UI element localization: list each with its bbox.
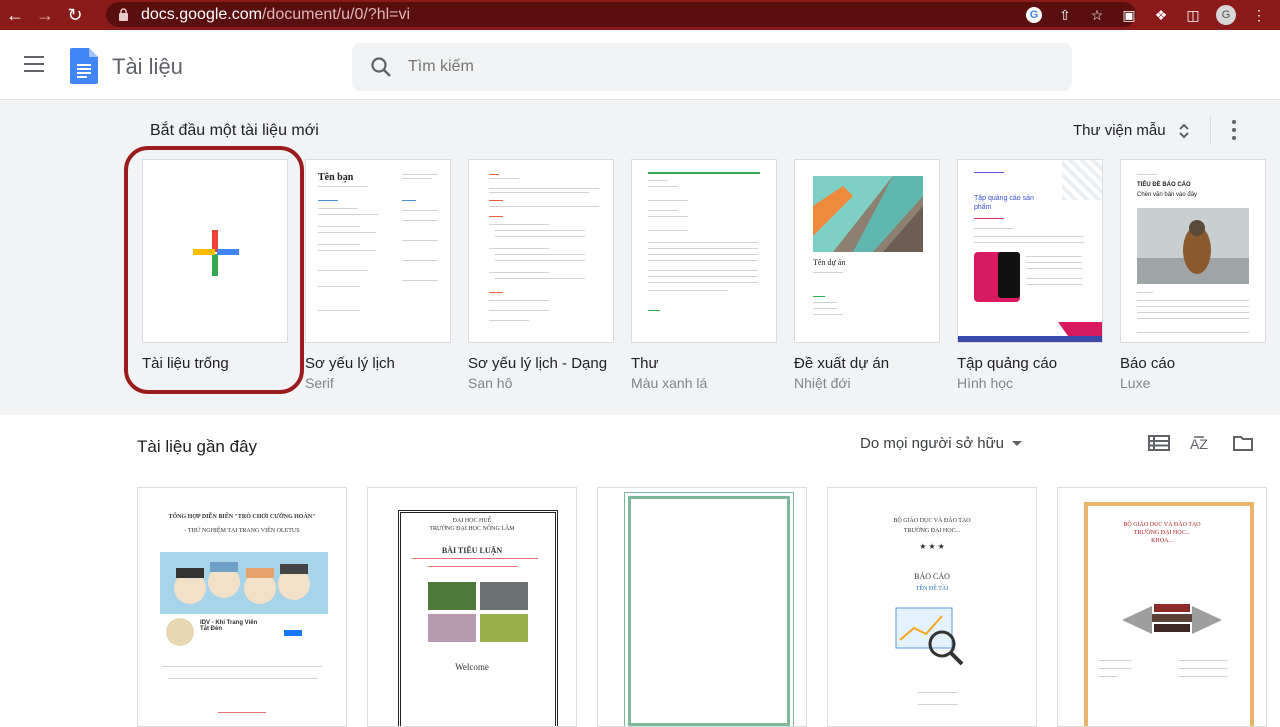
doc-title: BÁO CÁO bbox=[914, 572, 950, 581]
template-subtitle: Nhiệt đới bbox=[794, 375, 851, 391]
template-library-button[interactable]: Thư viện mẫu bbox=[1073, 122, 1190, 139]
doc-subheading: TRƯỜNG ĐẠI HỌC... bbox=[903, 528, 961, 534]
url-host: docs.google.com bbox=[141, 5, 262, 23]
gallery-title: Bắt đầu một tài liệu mới bbox=[150, 122, 319, 139]
browser-menu-icon[interactable]: ⋮ bbox=[1250, 6, 1268, 24]
template-letter-green[interactable]: Thư Màu xanh lá bbox=[631, 159, 777, 391]
highlight-ring bbox=[124, 146, 304, 394]
search-icon bbox=[371, 57, 391, 77]
reload-icon[interactable]: ↻ bbox=[60, 0, 90, 30]
search-input[interactable] bbox=[408, 58, 1008, 76]
share-icon[interactable]: ⇧ bbox=[1056, 6, 1074, 24]
sort-az-icon[interactable]: AZ bbox=[1190, 433, 1212, 453]
doc-topic: TÊN ĐỀ TÀI bbox=[915, 586, 949, 592]
recent-doc-card[interactable]: BỘ GIÁO DỤC VÀ ĐÀO TẠO TRƯỜNG ĐẠI HỌC...… bbox=[1057, 487, 1267, 727]
template-subtitle: San hô bbox=[468, 375, 513, 391]
unfold-icon bbox=[1178, 123, 1189, 138]
template-gallery: Bắt đầu một tài liệu mới Thư viện mẫu Tà… bbox=[0, 100, 1280, 415]
report-cover-photo bbox=[1137, 208, 1249, 284]
brochure-title-text: Tập quảng cáo sản phẩm bbox=[974, 195, 1034, 211]
template-name: Thư bbox=[631, 355, 659, 372]
template-project-proposal[interactable]: Tên dự án Đề xuất dự án Nhiệt đới bbox=[794, 159, 940, 391]
recent-doc-card[interactable]: TỔNG HỢP DIỄN BIẾN "TRÒ CHƠI CƯỠNG HOÀN"… bbox=[137, 487, 347, 727]
template-name: Báo cáo bbox=[1120, 355, 1176, 372]
recent-doc-card[interactable]: ĐẠI HỌC HUẾ TRƯỜNG ĐẠI HỌC NÔNG LÂM BÀI … bbox=[367, 487, 577, 727]
doc-title: BÀI TIỂU LUẬN bbox=[441, 546, 503, 555]
doc-heading: BỘ GIÁO DỤC VÀ ĐÀO TẠO bbox=[893, 518, 971, 524]
folder-icon[interactable] bbox=[1232, 433, 1254, 453]
template-brochure[interactable]: Tập quảng cáo sản phẩm Tập quảng cáo Hìn… bbox=[957, 159, 1103, 391]
google-icon[interactable]: G bbox=[1026, 7, 1042, 23]
avatar[interactable]: G bbox=[1216, 5, 1236, 25]
template-thumbnail[interactable] bbox=[631, 159, 777, 343]
recent-documents-title: Tài liệu gần đây bbox=[137, 437, 258, 456]
url-path: /document/u/0/?hl=vi bbox=[261, 5, 411, 23]
template-thumbnail[interactable]: Tập quảng cáo sản phẩm bbox=[957, 159, 1103, 343]
back-arrow-icon[interactable]: ← bbox=[0, 0, 30, 30]
template-thumbnail[interactable] bbox=[468, 159, 614, 343]
template-name: Sơ yếu lý lịch - Dạng bbox=[468, 355, 608, 372]
template-subtitle: Serif bbox=[305, 375, 334, 391]
main-menu-icon[interactable] bbox=[24, 56, 46, 74]
resume-name-text: Tên bạn bbox=[318, 172, 354, 183]
template-thumbnail[interactable]: TIÊU ĐỀ BÁO CÁO Chèn văn bản vào đây bbox=[1120, 159, 1266, 343]
search-box[interactable] bbox=[352, 43, 1072, 91]
owner-filter-dropdown[interactable]: Do mọi người sở hữu bbox=[860, 435, 1022, 452]
doc-banner-image bbox=[160, 552, 328, 614]
template-thumbnail[interactable]: Tên bạn bbox=[305, 159, 451, 343]
proposal-cover-art bbox=[813, 176, 923, 252]
dropdown-arrow-icon bbox=[1011, 441, 1022, 446]
puzzle-extensions-icon[interactable]: ❖ bbox=[1152, 6, 1170, 24]
template-library-label: Thư viện mẫu bbox=[1073, 122, 1166, 139]
template-resume-coral[interactable]: Sơ yếu lý lịch - Dạng San hô bbox=[468, 159, 614, 391]
doc-subheading: TRƯỜNG ĐẠI HỌC NÔNG LÂM bbox=[429, 526, 515, 532]
template-subtitle: Hình học bbox=[957, 375, 1014, 391]
more-options-icon[interactable] bbox=[1228, 120, 1240, 140]
template-resume-serif[interactable]: Tên bạn Sơ yếu lý lịch Serif bbox=[305, 159, 451, 391]
report-subtitle-text: Chèn văn bản vào đây bbox=[1137, 192, 1198, 198]
svg-text:AZ: AZ bbox=[1190, 436, 1208, 452]
recent-doc-card[interactable]: BỘ GIÁO DỤC VÀ ĐÀO TẠO TRƯỜNG ĐẠI HỌC...… bbox=[827, 487, 1037, 727]
template-subtitle: Màu xanh lá bbox=[631, 375, 708, 391]
address-bar[interactable]: docs.google.com/document/u/0/?hl=vi bbox=[106, 2, 1136, 27]
lock-icon bbox=[119, 8, 128, 21]
divider bbox=[1210, 116, 1211, 144]
doc-faculty: KHOA... bbox=[1151, 538, 1173, 544]
doc-illustration bbox=[895, 607, 964, 666]
doc-photo-grid bbox=[428, 582, 528, 642]
template-name: Tập quảng cáo bbox=[957, 355, 1058, 372]
docs-logo-icon[interactable] bbox=[70, 48, 98, 84]
template-report-luxe[interactable]: TIÊU ĐỀ BÁO CÁO Chèn văn bản vào đây Báo… bbox=[1120, 159, 1266, 391]
template-name: Sơ yếu lý lịch bbox=[305, 355, 395, 372]
doc-heading: ĐẠI HỌC HUẾ bbox=[452, 518, 492, 524]
proposal-title-text: Tên dự án bbox=[813, 258, 846, 267]
doc-subheading: - THỬ NGHIỆM TẠI TRANG VIÊN OLETUS bbox=[184, 528, 300, 534]
recent-doc-card[interactable] bbox=[597, 487, 807, 727]
list-view-icon[interactable] bbox=[1148, 433, 1170, 453]
screenshot-extension-icon[interactable]: ▣ bbox=[1120, 6, 1138, 24]
doc-books-art bbox=[1122, 604, 1222, 634]
brochure-footer-stripe bbox=[958, 322, 1102, 342]
app-header: Tài liệu bbox=[0, 30, 1280, 100]
owner-filter-label: Do mọi người sở hữu bbox=[860, 435, 1004, 452]
browser-toolbar: ← → ↻ docs.google.com/document/u/0/?hl=v… bbox=[0, 0, 1280, 30]
doc-welcome-text: Welcome bbox=[455, 662, 489, 672]
star-icon[interactable]: ☆ bbox=[1088, 6, 1106, 24]
template-subtitle: Luxe bbox=[1120, 375, 1151, 391]
doc-heading: TỔNG HỢP DIỄN BIẾN "TRÒ CHƠI CƯỠNG HOÀN" bbox=[168, 514, 316, 520]
template-name: Đề xuất dự án bbox=[794, 355, 890, 372]
app-title[interactable]: Tài liệu bbox=[112, 54, 183, 80]
sidebar-icon[interactable]: ◫ bbox=[1184, 6, 1202, 24]
forward-arrow-icon[interactable]: → bbox=[30, 0, 60, 30]
doc-heading: BỘ GIÁO DỤC VÀ ĐÀO TẠO bbox=[1123, 522, 1201, 528]
report-title-text: TIÊU ĐỀ BÁO CÁO bbox=[1137, 182, 1191, 188]
template-thumbnail[interactable]: Tên dự án bbox=[794, 159, 940, 343]
doc-subheading: TRƯỜNG ĐẠI HỌC... bbox=[1133, 530, 1191, 536]
doc-page-caption: IDV - Khi Trang Viên Tắt Đèn bbox=[200, 620, 258, 632]
